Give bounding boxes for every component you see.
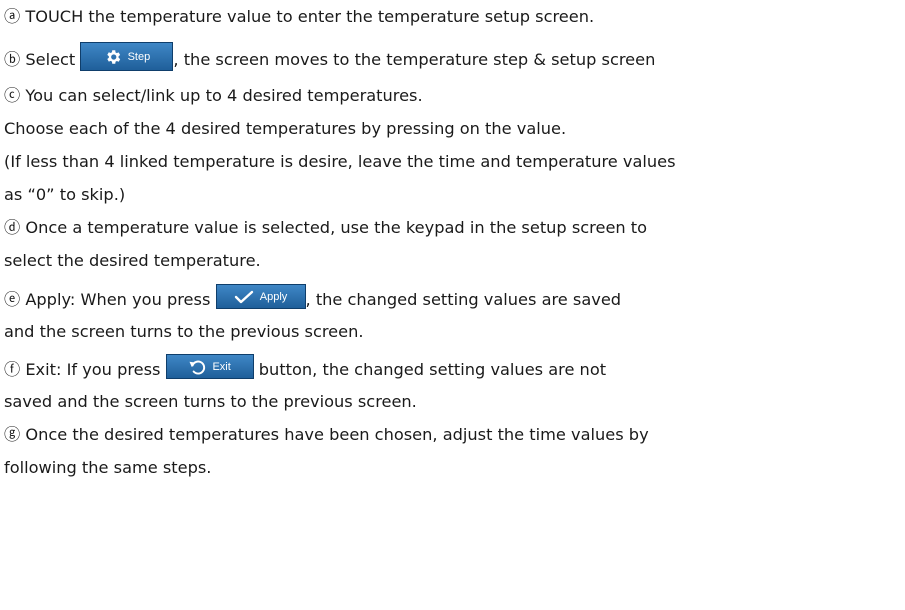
apply-button-label: Apply — [259, 290, 288, 303]
undo-arrow-icon — [189, 360, 206, 374]
step-c-line-3: (If less than 4 linked temperature is de… — [4, 152, 676, 171]
step-c-line-2: Choose each of the 4 desired temperature… — [4, 119, 567, 138]
step-e-line: ⓔ Apply: When you press Apply , the chan… — [4, 284, 622, 313]
step-f-suffix: button, the changed setting values are n… — [253, 360, 607, 379]
step-f-prefix: ⓕ Exit: If you press — [4, 360, 166, 379]
instruction-document: ⓐ TOUCH the temperature value to enter t… — [0, 0, 905, 610]
step-g-line-2: following the same steps. — [4, 458, 212, 477]
step-e-prefix: ⓔ Apply: When you press — [4, 290, 216, 309]
step-c-line-4: as “0” to skip.) — [4, 185, 126, 204]
step-button-image: Step — [80, 42, 174, 71]
step-e-line-2: and the screen turns to the previous scr… — [4, 322, 364, 341]
step-e-suffix: , the changed setting values are saved — [305, 290, 622, 309]
step-d-line: ⓓ Once a temperature value is selected, … — [4, 218, 648, 237]
step-a-line: ⓐ TOUCH the temperature value to enter t… — [4, 7, 595, 26]
gear-icon — [106, 49, 120, 64]
step-f-line: ⓕ Exit: If you press Exit button, the ch… — [4, 354, 607, 383]
exit-button-label: Exit — [212, 360, 231, 373]
apply-button-image: Apply — [215, 284, 306, 309]
step-b-line: ⓑ Select Step , the screen moves to the … — [4, 42, 656, 75]
exit-button-image: Exit — [165, 354, 254, 379]
step-c-line: ⓒ You can select/link up to 4 desired te… — [4, 86, 423, 105]
checkmark-icon — [234, 290, 253, 303]
step-d-line-2: select the desired temperature. — [4, 251, 261, 270]
step-g-line: ⓖ Once the desired temperatures have bee… — [4, 425, 649, 444]
step-button-label: Step — [127, 50, 151, 63]
step-b-prefix: ⓑ Select — [4, 50, 81, 69]
step-b-suffix: , the screen moves to the temperature st… — [173, 50, 656, 69]
step-f-line-2: saved and the screen turns to the previo… — [4, 392, 417, 411]
